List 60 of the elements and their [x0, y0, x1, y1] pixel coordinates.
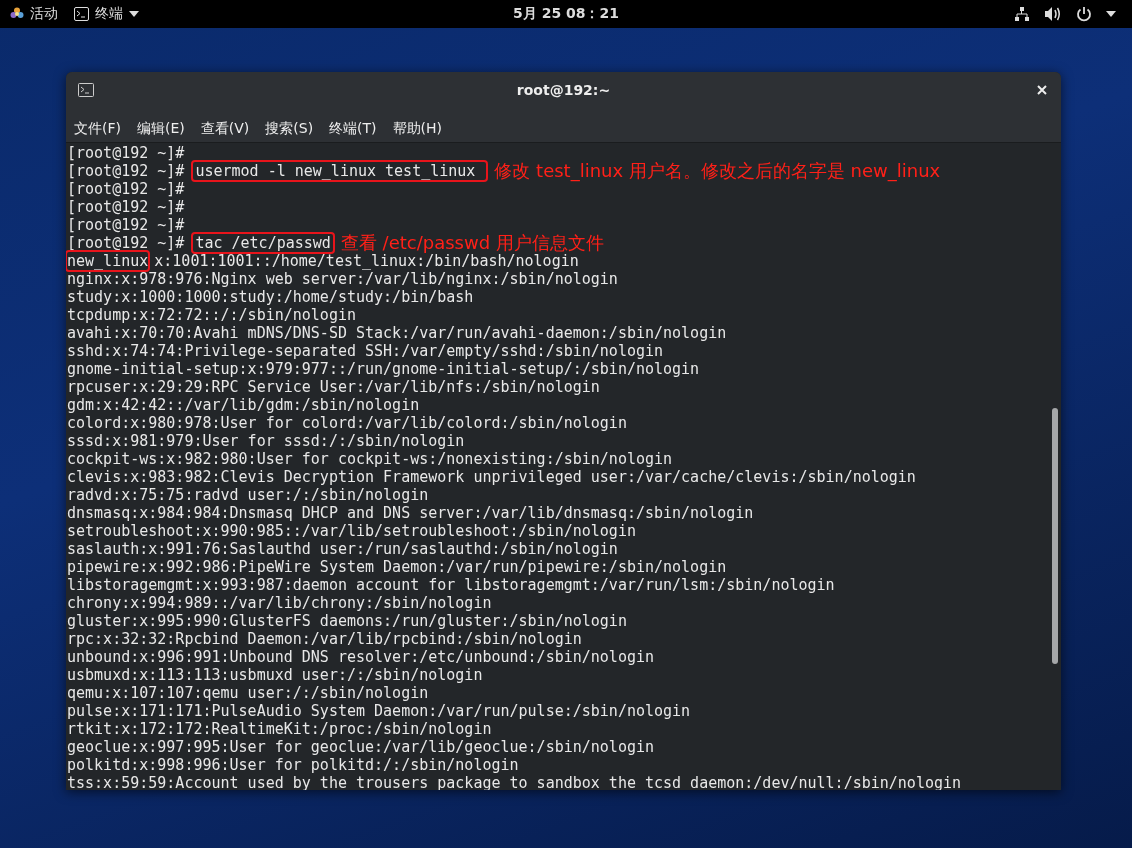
output-line: setroubleshoot:x:990:985::/var/lib/setroubleshoot:/sbin/nologin: [67, 522, 636, 540]
output-line: polkitd:x:998:996:User for polkitd:/:/sbin/nologin: [67, 756, 519, 774]
command-text: usermod -l new_linux test_linux: [193, 162, 487, 180]
output-line: gdm:x:42:42::/var/lib/gdm:/sbin/nologin: [67, 396, 420, 414]
output-line: rtkit:x:172:172:RealtimeKit:/proc:/sbin/nologin: [67, 720, 492, 738]
output-line: radvd:x:75:75:radvd user:/:/sbin/nologin: [67, 486, 429, 504]
output-line: qemu:x:107:107:qemu user:/:/sbin/nologin: [67, 684, 429, 702]
output-line: tcpdump:x:72:72::/:/sbin/nologin: [67, 306, 356, 324]
output-line: unbound:x:996:991:Unbound DNS resolver:/etc/unbound:/sbin/nologin: [67, 648, 654, 666]
prompt-text: [root@192 ~]#: [67, 144, 185, 162]
annotation-text: 修改 test_linux 用户名。修改之后的名字是 new_linux: [494, 159, 941, 183]
output-line: chrony:x:994:989::/var/lib/chrony:/sbin/nologin: [67, 594, 492, 612]
power-icon[interactable]: [1076, 6, 1092, 22]
output-line: rpcuser:x:29:29:RPC Service User:/var/lib/nfs:/sbin/nologin: [67, 378, 600, 396]
scrollbar-thumb[interactable]: [1052, 408, 1058, 664]
prompt-text: [root@192 ~]#: [67, 198, 185, 216]
app-menu-button[interactable]: 终端: [74, 5, 139, 23]
output-line: pipewire:x:992:986:PipeWire System Daemon:/var/run/pipewire:/sbin/nologin: [67, 558, 727, 576]
menu-item[interactable]: 帮助(H): [387, 120, 448, 138]
prompt-text: [root@192 ~]#: [67, 216, 185, 234]
output-line: usbmuxd:x:113:113:usbmuxd user:/:/sbin/nologin: [67, 666, 483, 684]
output-line: pulse:x:171:171:PulseAudio System Daemon:/var/run/pulse:/sbin/nologin: [67, 702, 691, 720]
clock[interactable]: 5月 25 08：21: [513, 5, 619, 23]
caret-icon: [129, 11, 139, 17]
menu-item[interactable]: 文件(F): [69, 120, 126, 138]
output-line: dnsmasq:x:984:984:Dnsmasq DHCP and DNS server:/var/lib/dnsmasq:/sbin/nologin: [67, 504, 754, 522]
output-line: saslauth:x:991:76:Saslauthd user:/run/saslauthd:/sbin/nologin: [67, 540, 618, 558]
output-line: nginx:x:978:976:Nginx web server:/var/lib/nginx:/sbin/nologin: [67, 270, 618, 288]
volume-icon[interactable]: [1044, 6, 1062, 22]
menu-item[interactable]: 终端(T): [324, 120, 382, 138]
output-line: clevis:x:983:982:Clevis Decryption Framework unprivileged user:/var/cache/clevis:/sbin/nologin: [67, 468, 916, 486]
output-line: libstoragemgmt:x:993:987:daemon account for libstoragemgmt:/var/run/lsm:/sbin/nologin: [67, 576, 835, 594]
output-line: rpc:x:32:32:Rpcbind Daemon:/var/lib/rpcbind:/sbin/nologin: [67, 630, 582, 648]
output-line: gluster:x:995:990:GlusterFS daemons:/run/gluster:/sbin/nologin: [67, 612, 627, 630]
menu-item[interactable]: 搜索(S): [260, 120, 319, 138]
output-line: sshd:x:74:74:Privilege-separated SSH:/var/empty/sshd:/sbin/nologin: [67, 342, 664, 360]
output-line: x:1001:1001::/home/test_linux:/bin/bash/nologin: [154, 252, 579, 270]
close-icon[interactable]: [1037, 85, 1047, 95]
caret-icon[interactable]: [1106, 11, 1116, 17]
menu-item[interactable]: 编辑(E): [132, 120, 190, 138]
output-line: study:x:1000:1000:study:/home/study:/bin/bash: [67, 288, 474, 306]
output-line: geoclue:x:997:995:User for geoclue:/var/lib/geoclue:/sbin/nologin: [67, 738, 654, 756]
command-text: tac /etc/passwd: [193, 234, 333, 252]
highlighted-username: new_linux: [67, 252, 149, 270]
annotation-text: 查看 /etc/passwd 用户信息文件: [340, 231, 604, 254]
output-line: colord:x:980:978:User for colord:/var/lib/colord:/sbin/nologin: [67, 414, 627, 432]
network-icon[interactable]: [1014, 6, 1030, 22]
menu-item[interactable]: 查看(V): [195, 120, 255, 138]
prompt-text: [root@192 ~]#: [67, 180, 185, 198]
output-line: avahi:x:70:70:Avahi mDNS/DNS-SD Stack:/var/run/avahi-daemon:/sbin/nologin: [67, 324, 727, 342]
flower-icon: [10, 7, 24, 21]
activities-button[interactable]: 活动: [10, 5, 58, 23]
prompt-text: [root@192 ~]#: [67, 162, 185, 180]
output-line: cockpit-ws:x:982:980:User for cockpit-ws:/nonexisting:/sbin/nologin: [67, 450, 673, 468]
output-line: sssd:x:981:979:User for sssd:/:/sbin/nologin: [67, 432, 465, 450]
output-line: gnome-initial-setup:x:979:977::/run/gnome-initial-setup/:/sbin/nologin: [67, 360, 700, 378]
window-title: root@192:~: [516, 82, 611, 98]
terminal-icon: [74, 7, 89, 21]
terminal-icon: [78, 83, 94, 97]
prompt-text: [root@192 ~]#: [67, 234, 185, 252]
